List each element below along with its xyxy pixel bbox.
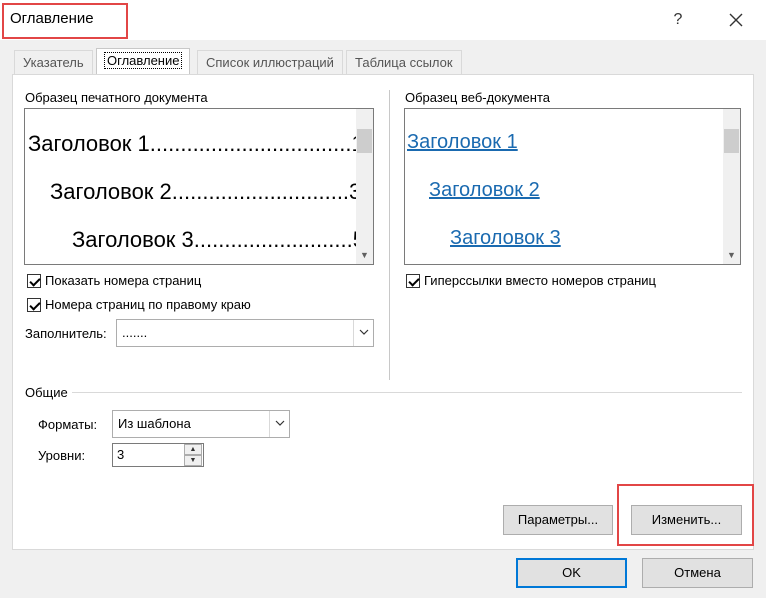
tab-illustrations[interactable]: Список иллюстраций xyxy=(197,50,343,74)
right-align-label[interactable]: Номера страниц по правому краю xyxy=(45,297,251,312)
print-preview-box: Заголовок 1.............................… xyxy=(24,108,374,265)
params-button[interactable]: Параметры... xyxy=(503,505,613,535)
right-align-checkbox[interactable] xyxy=(27,298,41,312)
spin-up-icon[interactable]: ▲ xyxy=(184,444,202,455)
filler-select[interactable]: ....... xyxy=(116,319,374,347)
title-highlight-box xyxy=(2,3,128,39)
show-page-numbers-label[interactable]: Показать номера страниц xyxy=(45,273,201,288)
scroll-down-icon[interactable]: ▼ xyxy=(723,248,740,262)
web-preview-link-3[interactable]: Заголовок 3 xyxy=(450,227,561,250)
filler-value: ....... xyxy=(122,325,148,340)
show-page-numbers-checkbox[interactable] xyxy=(27,274,41,288)
formats-label: Форматы: xyxy=(38,417,98,432)
web-preview-scrollbar[interactable]: ▼ xyxy=(723,109,740,264)
cancel-button[interactable]: Отмена xyxy=(642,558,753,588)
chevron-down-icon[interactable] xyxy=(353,320,373,346)
print-preview-line-1: Заголовок 1.............................… xyxy=(28,131,364,156)
hyperlinks-label[interactable]: Гиперссылки вместо номеров страниц xyxy=(424,273,656,288)
print-preview-label: Образец печатного документа xyxy=(25,90,208,105)
tab-citations[interactable]: Таблица ссылок xyxy=(346,50,462,74)
levels-spinner[interactable]: 3 ▲ ▼ xyxy=(112,443,204,467)
general-divider xyxy=(72,392,742,393)
levels-label: Уровни: xyxy=(38,448,86,463)
tab-toc[interactable]: Оглавление xyxy=(96,48,191,74)
close-button[interactable] xyxy=(718,6,754,34)
close-icon xyxy=(729,13,743,27)
scrollbar-thumb[interactable] xyxy=(357,129,372,153)
hyperlinks-checkbox[interactable] xyxy=(406,274,420,288)
ok-button[interactable]: OK xyxy=(516,558,627,588)
filler-label: Заполнитель: xyxy=(25,326,107,341)
chevron-down-icon[interactable] xyxy=(269,411,289,437)
vertical-divider xyxy=(389,90,390,380)
print-preview-line-3: Заголовок 3..........................5 xyxy=(72,227,365,252)
print-preview-line-2: Заголовок 2.............................… xyxy=(50,179,362,204)
print-preview-scrollbar[interactable]: ▼ xyxy=(356,109,373,264)
modify-highlight-box xyxy=(617,484,754,546)
scroll-down-icon[interactable]: ▼ xyxy=(356,248,373,262)
web-preview-link-2[interactable]: Заголовок 2 xyxy=(429,179,540,202)
web-preview-box: Заголовок 1 Заголовок 2 Заголовок 3 ▼ xyxy=(404,108,741,265)
formats-value: Из шаблона xyxy=(118,416,191,431)
levels-value[interactable]: 3 xyxy=(117,447,124,462)
formats-select[interactable]: Из шаблона xyxy=(112,410,290,438)
scrollbar-thumb[interactable] xyxy=(724,129,739,153)
spin-down-icon[interactable]: ▼ xyxy=(184,455,202,466)
help-button[interactable]: ? xyxy=(664,6,692,34)
tab-index[interactable]: Указатель xyxy=(14,50,93,74)
web-preview-label: Образец веб-документа xyxy=(405,90,550,105)
web-preview-link-1[interactable]: Заголовок 1 xyxy=(407,131,518,154)
general-section-label: Общие xyxy=(25,385,68,400)
